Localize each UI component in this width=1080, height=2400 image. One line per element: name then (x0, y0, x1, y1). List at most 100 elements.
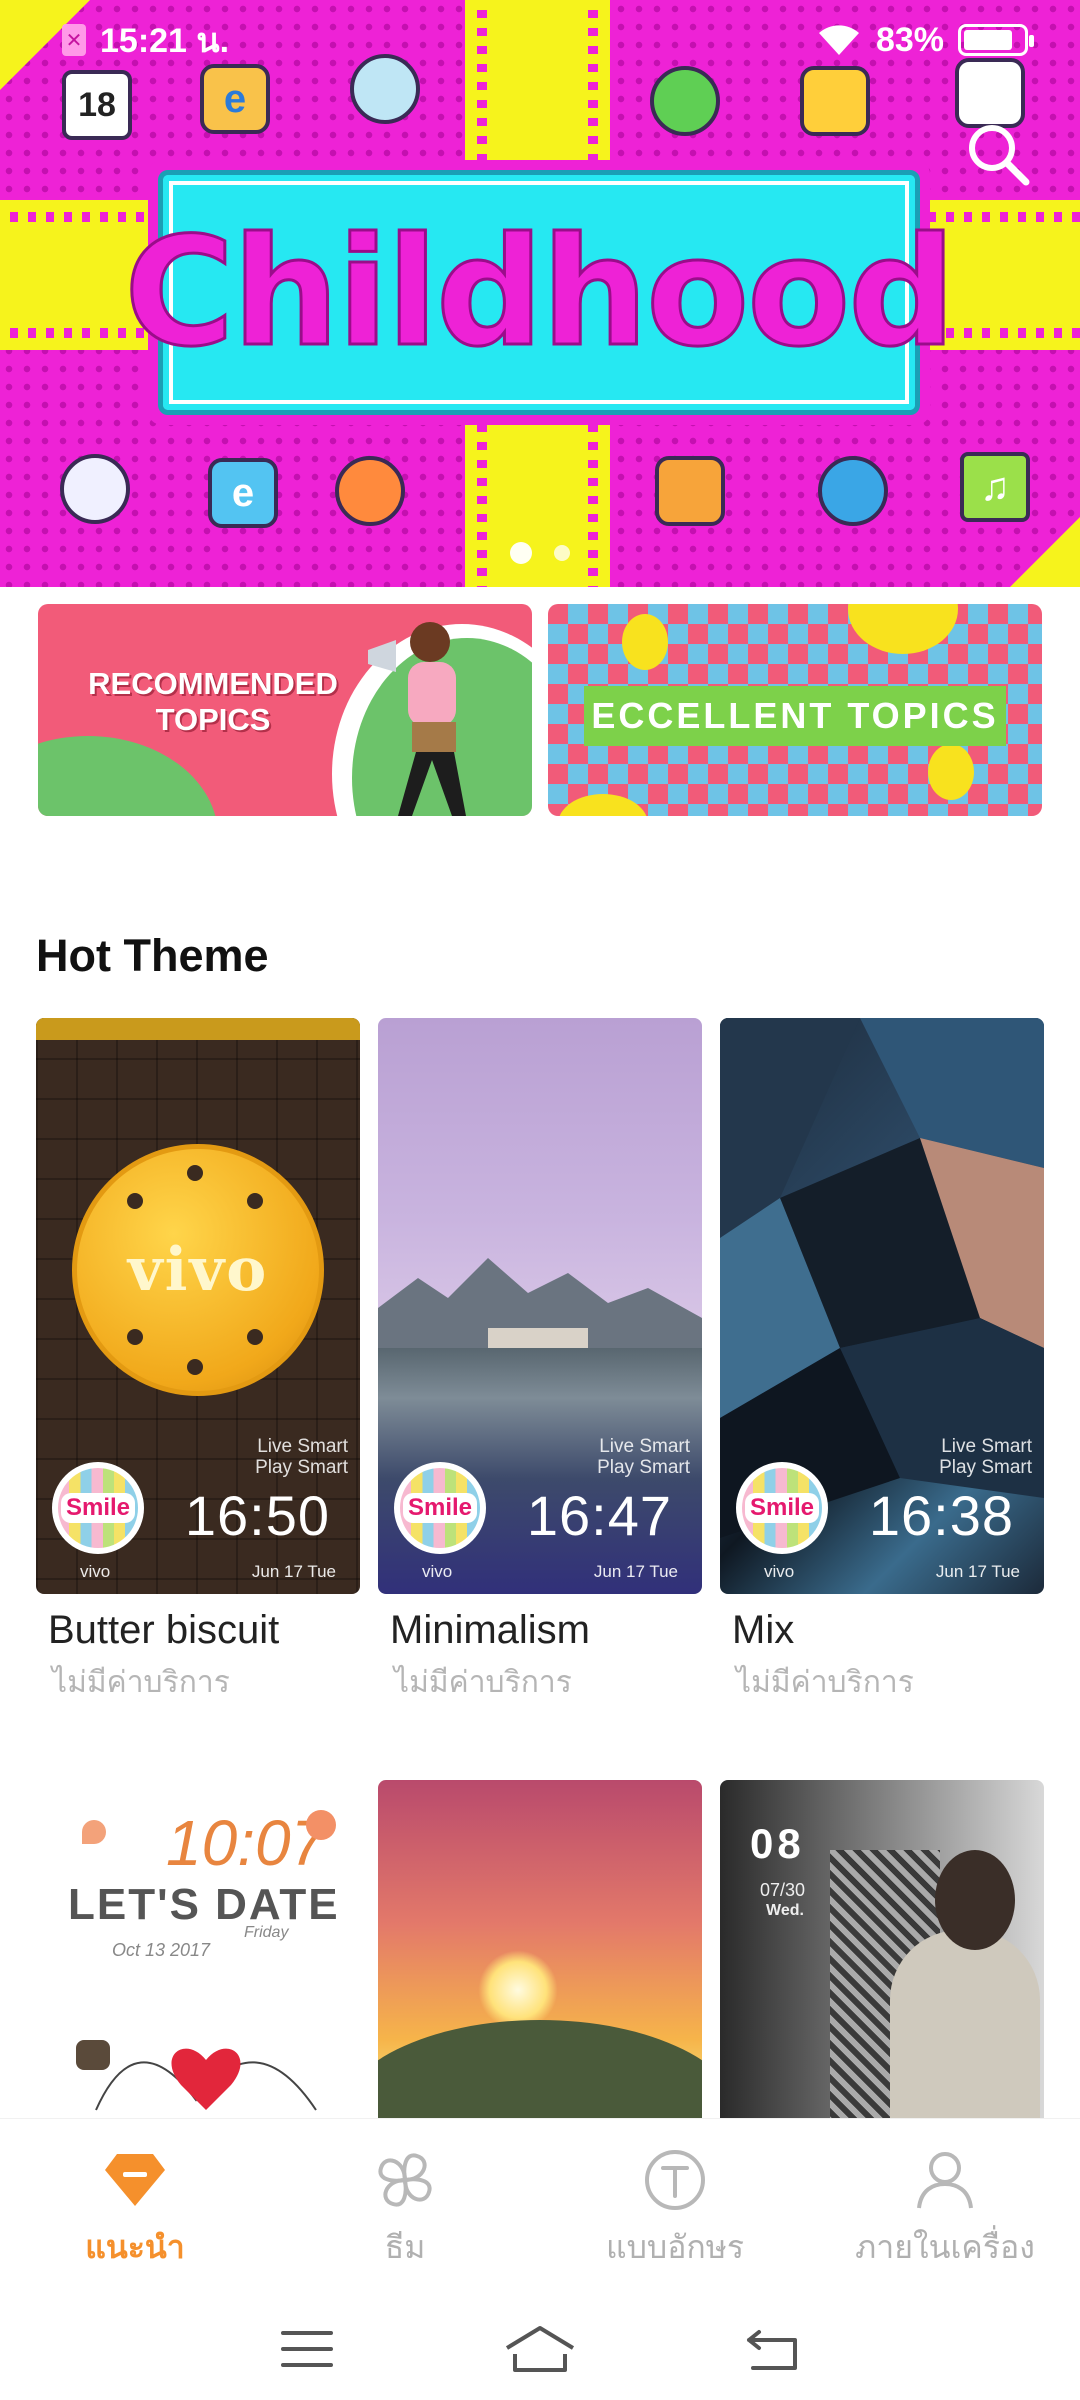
banner-carousel[interactable]: 18 e e ♫ Childhood (0, 0, 1080, 587)
back-button[interactable] (733, 2319, 813, 2379)
status-bar: ✕ 15:21 น. 83% (0, 0, 1080, 80)
bottom-navigation: แนะนำ ธีม แบบอักษร ภายในเครื่อง (0, 2118, 1080, 2400)
decor-shape (38, 736, 218, 816)
theme-price: ไม่มีค่าบริการ (394, 1666, 572, 1699)
recommended-topics-card[interactable]: RECOMMENDED TOPICS (38, 604, 532, 816)
theme-store-screen: 18 e e ♫ Childhood ✕ 15:21 น. 83% RECOMM… (0, 0, 1080, 2400)
theme-preview-image: vivo Live Smart Play Smart Smile 16:50 v… (36, 1018, 360, 1594)
theme-price: ไม่มีค่าบริการ (52, 1666, 230, 1699)
balloon-icon (558, 794, 648, 816)
decor-shape (187, 1165, 203, 1181)
preview-time: 16:47 (526, 1484, 672, 1547)
preview-day: Friday (244, 1924, 289, 1941)
search-icon (969, 125, 1030, 186)
menu-button[interactable] (267, 2319, 347, 2379)
preview-time: 16:50 (184, 1484, 330, 1547)
preview-date: Jun 17 Tue (935, 1562, 1020, 1581)
hands-heart-image (76, 2040, 317, 2111)
excellent-topics-card[interactable]: ECCELLENT TOPICS (548, 604, 1042, 816)
smile-logo: Smile (394, 1462, 486, 1554)
tab-font[interactable]: แบบอักษร (540, 2119, 810, 2299)
home-button[interactable] (500, 2319, 580, 2379)
smile-logo: Smile (736, 1462, 828, 1554)
local-icon (917, 2151, 973, 2208)
slogan-line: Live Smart (257, 1436, 348, 1457)
banner-title: Childhood (123, 204, 957, 381)
tab-label: แบบอักษร (605, 2228, 745, 2265)
theme-name: Butter biscuit (48, 1608, 280, 1652)
tab-theme[interactable]: ธีม (270, 2119, 540, 2299)
preview-slogan: Live Smart Play Smart (255, 1436, 348, 1478)
theme-card-mix[interactable]: Live Smart Play Smart Smile 16:38 vivo J… (720, 1018, 1044, 1706)
preview-brand: vivo (422, 1562, 453, 1581)
calendar-icon: 18 (62, 70, 132, 140)
logo-text: Smile (60, 1493, 136, 1523)
tab-bar: แนะนำ ธีม แบบอักษร ภายในเครื่อง (0, 2119, 1080, 2299)
balloons-icon (335, 456, 405, 526)
decor-shape (82, 1820, 106, 1844)
search-button[interactable] (962, 118, 1034, 190)
back-icon (747, 2330, 798, 2370)
preview-time: 10:07 (166, 1807, 327, 1879)
theme-name: Minimalism (390, 1608, 590, 1652)
theme-preview-image: Live Smart Play Smart Smile 16:38 vivo J… (720, 1018, 1044, 1594)
theme-preview-image: Live Smart Play Smart Smile 16:47 vivo J… (378, 1018, 702, 1594)
decor-shape (36, 1018, 360, 1040)
slogan-line: Play Smart (939, 1457, 1032, 1478)
recommend-icon (105, 2153, 165, 2206)
preview-time: 16:38 (868, 1484, 1014, 1547)
home-icon (505, 2326, 575, 2372)
system-navigation-bar (0, 2299, 1080, 2399)
tab-label: แนะนำ (85, 2228, 185, 2265)
preview-date: Jun 17 Tue (251, 1562, 336, 1581)
theme-price: ไม่มีค่าบริการ (736, 1666, 914, 1699)
slogan-line: Play Smart (597, 1457, 690, 1478)
decor-shape (306, 1810, 336, 1840)
clock-icon (60, 454, 130, 524)
decor-shape (935, 1850, 1015, 1950)
toolbox-icon (655, 456, 725, 526)
status-time: 15:21 น. (100, 22, 230, 60)
slogan-line: Play Smart (255, 1457, 348, 1478)
browser-icon: e (208, 458, 278, 528)
cookie-image: vivo (72, 1144, 324, 1396)
balloon-icon (928, 744, 974, 800)
pager-dot (554, 545, 570, 561)
decor-shape (247, 1329, 263, 1345)
slogan-line: Live Smart (599, 1436, 690, 1457)
slogan-line: Live Smart (941, 1436, 1032, 1457)
globe-icon (818, 456, 888, 526)
banner-sign: Childhood (123, 160, 957, 425)
sun-image (478, 1950, 558, 2030)
preview-date: 07/30 (760, 1880, 806, 1900)
pager-dot-active (510, 542, 532, 564)
battery-percent: 83% (875, 20, 944, 59)
logo-text: Smile (744, 1493, 820, 1523)
theme-name: Mix (732, 1608, 795, 1652)
preview-date: Jun 17 Tue (593, 1562, 678, 1581)
smile-logo: Smile (52, 1462, 144, 1554)
theme-card-butter-biscuit[interactable]: vivo Live Smart Play Smart Smile 16:50 v… (36, 1018, 360, 1706)
battery-icon (958, 24, 1034, 56)
balloon-icon (848, 604, 958, 654)
preview-day: Wed. (766, 1902, 804, 1919)
decor-shape (127, 1193, 143, 1209)
preview-time: 08 (750, 1820, 805, 1867)
recommended-topics-label: RECOMMENDED TOPICS (88, 666, 338, 737)
no-sim-icon: ✕ (62, 24, 86, 56)
tab-label: ภายในเครื่อง (855, 2228, 1035, 2265)
decor-shape (127, 1329, 143, 1345)
theme-icon (378, 2152, 432, 2207)
battery-level (964, 30, 1013, 50)
theme-card-minimalism[interactable]: Live Smart Play Smart Smile 16:47 vivo J… (378, 1018, 702, 1706)
wifi-icon (818, 25, 859, 55)
cookie-text: vivo (127, 1235, 269, 1305)
tab-label: ธีม (384, 2228, 426, 2265)
preview-headline: LET'S DATE (68, 1880, 340, 1929)
tab-local[interactable]: ภายในเครื่อง (810, 2119, 1080, 2299)
decor-shape (187, 1359, 203, 1375)
banner-pager (0, 542, 1080, 564)
tab-recommend[interactable]: แนะนำ (0, 2119, 270, 2299)
decor-shape (247, 1193, 263, 1209)
balloon-icon (622, 614, 668, 670)
